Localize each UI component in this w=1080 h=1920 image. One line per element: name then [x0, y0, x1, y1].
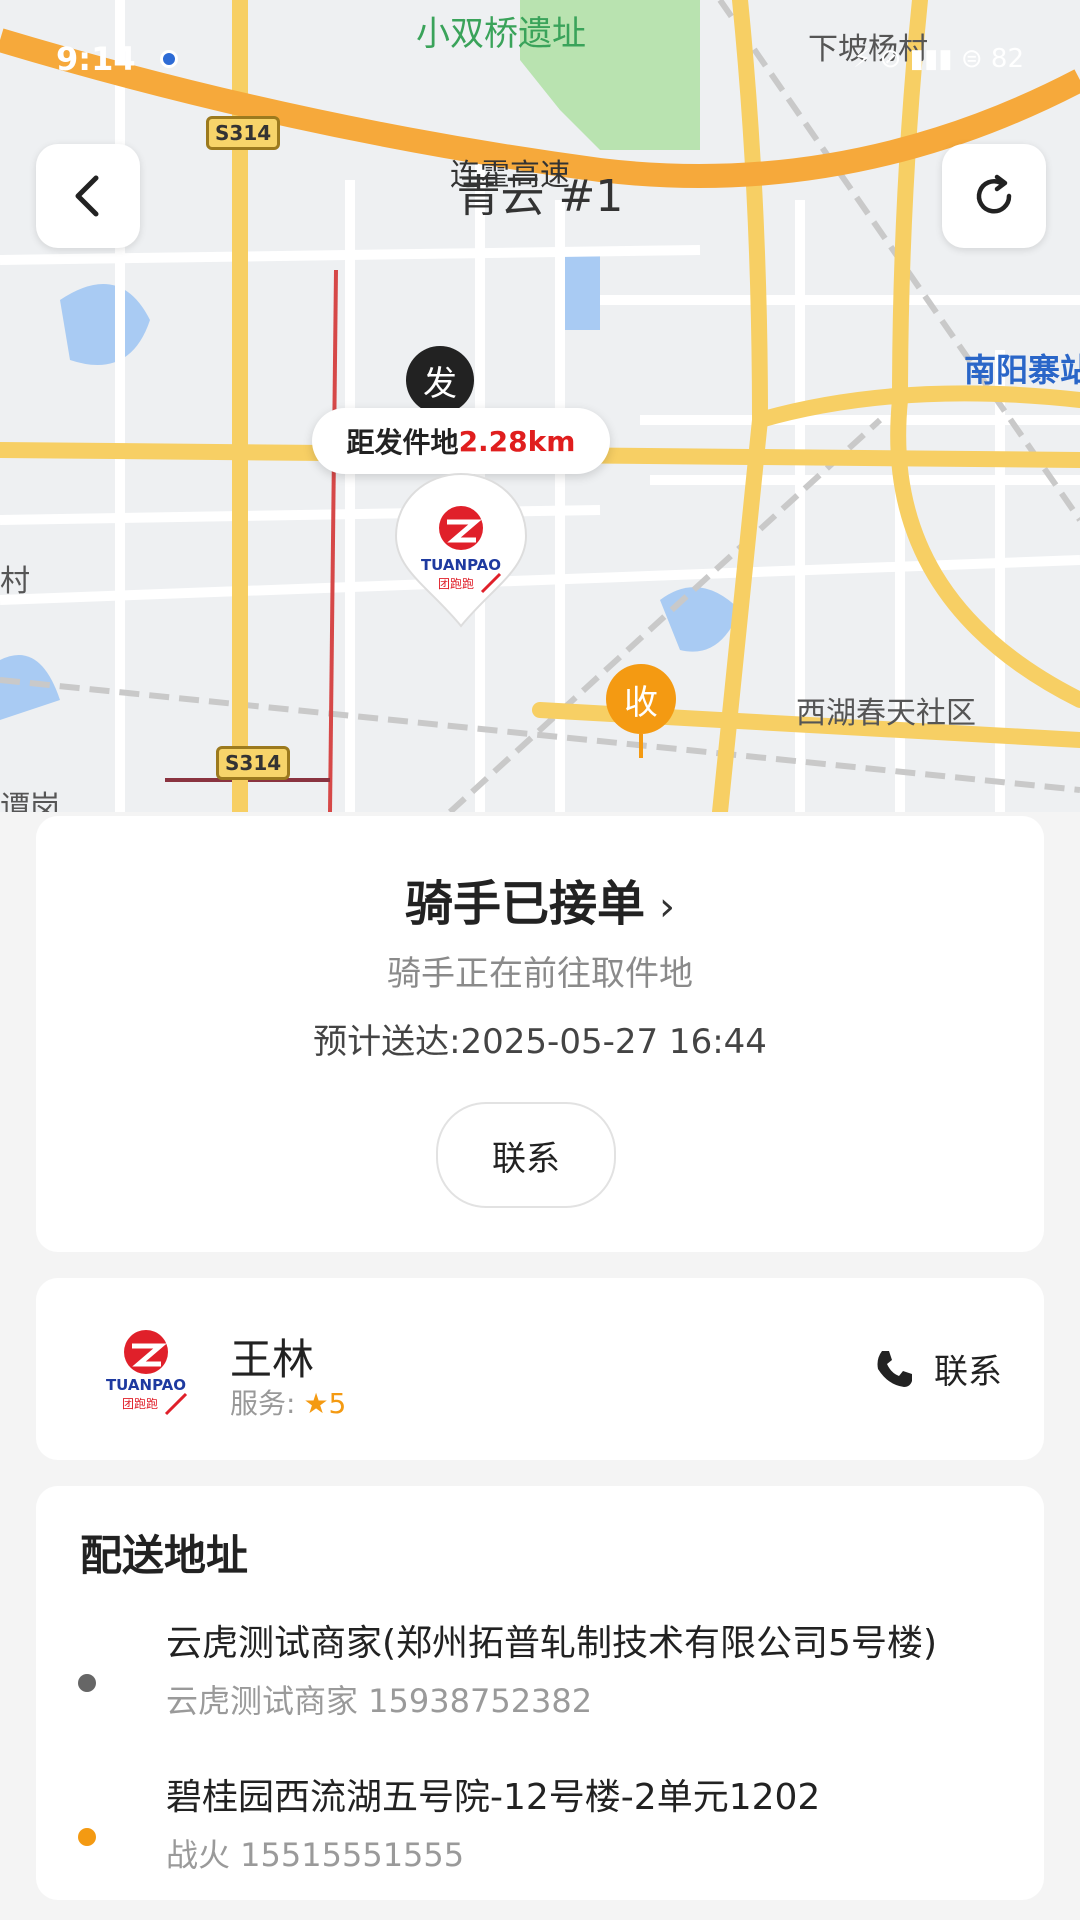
distance-value: 2.28km [458, 424, 576, 458]
road-shield-top: S314 [206, 116, 281, 150]
svg-text:团跑跑: 团跑跑 [438, 577, 474, 591]
rider-contact-label: 联系 [934, 1352, 1002, 1392]
rider-contact-button[interactable]: 联系 [872, 1344, 1002, 1393]
distance-prefix: 距发件地 [346, 426, 459, 459]
delivery-contact: 战火 15515551555 [166, 1836, 465, 1874]
order-status-card: 骑手已接单 › 骑手正在前往取件地 预计送达:2025-05-27 16:44 联… [36, 816, 1044, 1252]
chevron-right-icon: › [659, 884, 675, 930]
delivery-dot-icon [78, 1828, 96, 1846]
order-status-title[interactable]: 骑手已接单 › [36, 864, 1044, 934]
map-label-station: 南阳寨站 [964, 351, 1080, 389]
status-icons: ⚡ ⊘ ▮▮▮ ⊜ 82 [853, 44, 1024, 74]
address-section-title: 配送地址 [80, 1531, 249, 1580]
phone-icon [877, 1350, 912, 1387]
status-time: 9:14 [56, 40, 136, 78]
map-label-community: 西湖春天社区 [796, 696, 976, 731]
distance-pill: 距发件地 2.28km [312, 408, 610, 474]
delivery-marker[interactable]: 收 [606, 664, 676, 734]
rider-location-pin[interactable]: TUANPAO 团跑跑 [392, 470, 530, 630]
pickup-dot-icon [78, 1674, 96, 1692]
delivery-marker-stem [639, 734, 643, 758]
notification-dot-icon [160, 50, 178, 68]
rider-name: 王林 [230, 1335, 315, 1384]
status-bar: 9:14 ⚡ ⊘ ▮▮▮ ⊜ 82 [0, 40, 1080, 80]
rider-service-rating: 服务: ★5 [230, 1382, 346, 1422]
map-label-tanggang: 谭岗 [0, 790, 60, 812]
service-label: 服务: [230, 1387, 296, 1420]
pickup-marker[interactable]: 发 [406, 346, 474, 414]
refresh-button[interactable] [942, 144, 1046, 248]
star-icon: ★ [303, 1387, 329, 1420]
order-status-subtitle: 骑手正在前往取件地 [387, 954, 693, 994]
rating-value: 5 [328, 1387, 347, 1420]
page-title: 青云 #1 [456, 171, 624, 222]
pickup-contact: 云虎测试商家 15938752382 [166, 1682, 593, 1720]
rider-avatar: TUANPAO 团跑跑 [106, 1330, 188, 1416]
delivery-address-card: 配送地址 云虎测试商家(郑州拓普轧制技术有限公司5号楼) 云虎测试商家 1593… [36, 1486, 1044, 1900]
order-status-text: 骑手已接单 [404, 876, 645, 932]
delivery-address: 碧桂园西流湖五号院-12号楼-2单元1202 [166, 1777, 821, 1818]
pickup-address: 云虎测试商家(郑州拓普轧制技术有限公司5号楼) [166, 1623, 937, 1664]
svg-text:团跑跑: 团跑跑 [122, 1397, 158, 1411]
refresh-icon [976, 174, 1012, 214]
estimated-delivery-time: 预计送达:2025-05-27 16:44 [313, 1022, 767, 1062]
contact-button[interactable]: 联系 [436, 1102, 616, 1208]
map-label-road: 路 [1040, 810, 1070, 812]
svg-text:TUANPAO: TUANPAO [106, 1376, 186, 1394]
road-shield-bottom: S314 [216, 746, 291, 780]
map-label-cun: 村 [0, 564, 30, 599]
map-view[interactable]: 小双桥遗址 下坡杨村 连霍高速 南阳寨站 西湖春天社区 村 谭岗 路 S314 … [0, 0, 1080, 812]
svg-text:TUANPAO: TUANPAO [421, 556, 501, 574]
rider-card: TUANPAO 团跑跑 王林 服务: ★5 联系 [36, 1278, 1044, 1460]
